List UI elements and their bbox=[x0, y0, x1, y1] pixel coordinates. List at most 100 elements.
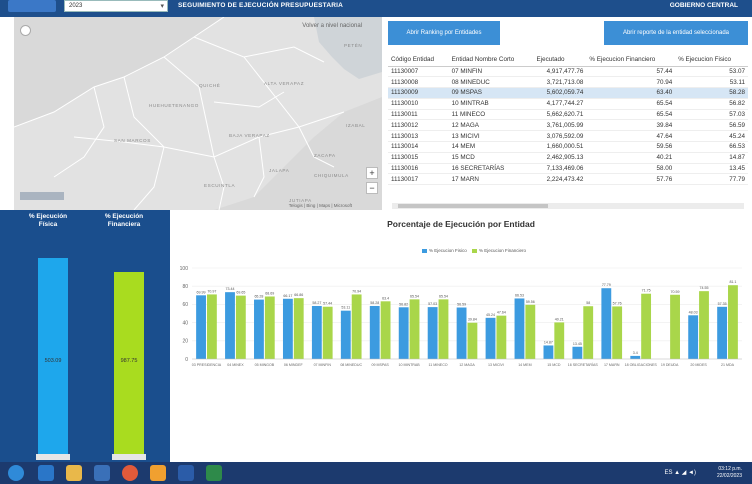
column-header[interactable]: Entidad Nombre Corto bbox=[448, 53, 534, 67]
table-cell: 08 MINEDUC bbox=[448, 76, 534, 89]
bar bbox=[427, 307, 438, 359]
media-icon[interactable] bbox=[94, 465, 110, 481]
table-row[interactable]: 11130010 10 MINTRAB 4,177,744.27 65.54 56.82 bbox=[388, 98, 748, 110]
year-select[interactable]: 2023 ▾ bbox=[64, 0, 168, 12]
data-label: 69.99 bbox=[197, 290, 206, 294]
table-cell: 65.54 bbox=[586, 98, 676, 110]
x-tick-label: 21 MDA bbox=[721, 363, 735, 367]
column-header[interactable]: % Ejecucion Financiero bbox=[586, 53, 676, 67]
table-cell: 1,660,000.51 bbox=[533, 141, 587, 153]
x-tick-label: 06 MINDEF bbox=[284, 363, 304, 367]
table-cell: 47.64 bbox=[586, 130, 676, 143]
kpi-label-line: Física bbox=[38, 220, 58, 228]
clock-date: 22/02/2023 bbox=[716, 472, 742, 479]
table-row[interactable]: 11130013 13 MICIVI 3,076,592.09 47.64 45.24 bbox=[388, 130, 748, 143]
map-canvas: HUEHUETENANGO ALTA VERAPAZ PETÉN QUICHÉ … bbox=[14, 17, 382, 210]
table-cell: 39.84 bbox=[586, 119, 676, 132]
map-view[interactable]: HUEHUETENANGO ALTA VERAPAZ PETÉN QUICHÉ … bbox=[14, 17, 382, 210]
zoom-out-button[interactable]: − bbox=[366, 182, 378, 194]
column-header[interactable]: Ejecutado bbox=[533, 53, 587, 67]
entity-table-panel: Abrir Ranking por Entidades Abrir report… bbox=[384, 17, 752, 210]
excel-icon[interactable] bbox=[206, 465, 222, 481]
open-ranking-button[interactable]: Abrir Ranking por Entidades bbox=[388, 21, 500, 45]
bar bbox=[282, 298, 293, 359]
language-indicator[interactable]: ES bbox=[664, 470, 672, 476]
x-tick-label: 08 MINEDUC bbox=[340, 363, 362, 367]
data-label: 65.54 bbox=[439, 294, 448, 298]
back-to-national-link[interactable]: Volver a nivel nacional bbox=[302, 23, 362, 29]
table-cell: 3,721,713.08 bbox=[533, 76, 587, 89]
table-cell: 53.07 bbox=[675, 66, 748, 78]
column-header[interactable]: Código Entidad bbox=[388, 53, 449, 67]
table-row[interactable]: 11130015 15 MCD 2,462,905.13 40.21 14.87 bbox=[388, 152, 748, 164]
data-label: 65.28 bbox=[254, 295, 263, 299]
bar bbox=[728, 285, 738, 359]
table-row[interactable]: 11130014 14 MEM 1,660,000.51 59.56 66.53 bbox=[388, 141, 748, 153]
table-row[interactable]: 11130012 12 MAGA 3,761,005.99 39.84 56.59 bbox=[388, 119, 748, 132]
x-tick-label: 15 MCD bbox=[547, 363, 561, 367]
table-cell: 56.59 bbox=[675, 119, 748, 132]
bar bbox=[583, 306, 594, 359]
data-label: 45.24 bbox=[486, 313, 495, 317]
bar bbox=[514, 298, 525, 359]
powerbi-icon[interactable] bbox=[150, 465, 166, 481]
data-label: 58.27 bbox=[312, 301, 321, 305]
data-label: 66.17 bbox=[283, 294, 292, 298]
data-label: 3.4 bbox=[633, 351, 638, 355]
table-row[interactable]: 11130008 08 MINEDUC 3,721,713.08 70.94 53.11 bbox=[388, 76, 748, 89]
table-cell: 4,917,477.76 bbox=[533, 66, 587, 78]
taskbar: ES ▲ ◢ ◄) 03:12 p.m. 22/02/2023 bbox=[0, 462, 752, 484]
tray-icons[interactable]: ES ▲ ◢ ◄) bbox=[664, 469, 696, 476]
map-label: CHIQUIMULA bbox=[314, 173, 349, 178]
x-tick-label: 10 MINTRAB bbox=[399, 363, 421, 367]
table-cell: 11130015 bbox=[388, 152, 449, 164]
table-row[interactable]: 11130016 16 SECRETARÍAS 7,133,469.06 58.00 1… bbox=[388, 163, 748, 175]
top-bar: 2023 ▾ SEGUIMIENTO DE EJECUCIÓN PRESUPUE… bbox=[0, 0, 752, 17]
start-icon[interactable] bbox=[8, 465, 24, 481]
x-tick-label: 16 SECRETARÍAS bbox=[568, 363, 599, 367]
data-label: 65.54 bbox=[410, 294, 419, 298]
open-report-button[interactable]: Abrir reporte de la entidad seleccionada bbox=[604, 21, 748, 45]
table-cell: 65.54 bbox=[586, 109, 676, 121]
home-icon[interactable] bbox=[20, 25, 31, 36]
kpi-gauge-fill bbox=[38, 258, 68, 456]
word-icon[interactable] bbox=[178, 465, 194, 481]
table-row[interactable]: 11130009 09 MSPAS 5,602,059.74 63.40 58.28 bbox=[388, 87, 748, 99]
bar bbox=[572, 346, 583, 359]
bar bbox=[630, 355, 641, 359]
chrome-icon[interactable] bbox=[122, 465, 138, 481]
menu-button[interactable] bbox=[8, 0, 56, 12]
zoom-in-button[interactable]: + bbox=[366, 167, 378, 179]
data-label: 57.44 bbox=[323, 302, 332, 306]
table-cell: 63.40 bbox=[586, 87, 676, 99]
page-title: SEGUIMIENTO DE EJECUCIÓN PRESUPUESTARIA bbox=[178, 2, 344, 9]
table-row[interactable]: 11130011 11 MINECO 5,662,620.71 65.54 57.03 bbox=[388, 109, 748, 121]
table-cell: 3,761,005.99 bbox=[533, 119, 587, 132]
bar bbox=[467, 322, 478, 359]
y-tick-label: 0 bbox=[185, 357, 188, 363]
table-row[interactable]: 11130017 17 MARN 2,224,473.42 57.76 77.79 bbox=[388, 173, 748, 186]
scrollbar-thumb[interactable] bbox=[398, 204, 548, 208]
horizontal-scrollbar[interactable] bbox=[392, 203, 744, 209]
column-header[interactable]: % Ejecucion Fisico bbox=[675, 53, 748, 67]
bar bbox=[543, 345, 554, 359]
table-row[interactable]: 11130007 07 MINFIN 4,917,477.76 57.44 53.07 bbox=[388, 66, 748, 78]
table-cell: 66.53 bbox=[675, 141, 748, 153]
data-label: 63.4 bbox=[382, 296, 389, 300]
y-tick-label: 40 bbox=[182, 320, 188, 326]
chart-canvas: 0 20 40 60 80 100 69.99 70.97 03 PRESIDENCIA 73.4… bbox=[180, 266, 742, 367]
map-label: SAN MARCOS bbox=[114, 138, 151, 143]
table-cell: 13 MICIVI bbox=[448, 130, 534, 143]
folder-icon[interactable] bbox=[66, 465, 82, 481]
data-label: 57.35 bbox=[718, 302, 727, 306]
data-label: 58.28 bbox=[370, 301, 379, 305]
network-icon[interactable]: ▲ ◢ ◄) bbox=[674, 470, 696, 476]
table-cell: 15 MCD bbox=[448, 152, 534, 164]
clock[interactable]: 03:12 p.m. 22/02/2023 bbox=[717, 466, 742, 479]
chevron-down-icon: ▾ bbox=[160, 3, 164, 10]
chart-panel: Porcentaje de Ejecución por Entidad % Ej… bbox=[170, 210, 752, 462]
browser-icon[interactable] bbox=[38, 465, 54, 481]
data-label: 71.75 bbox=[642, 289, 651, 293]
y-tick-label: 60 bbox=[182, 302, 188, 308]
table-cell: 57.03 bbox=[675, 109, 748, 121]
